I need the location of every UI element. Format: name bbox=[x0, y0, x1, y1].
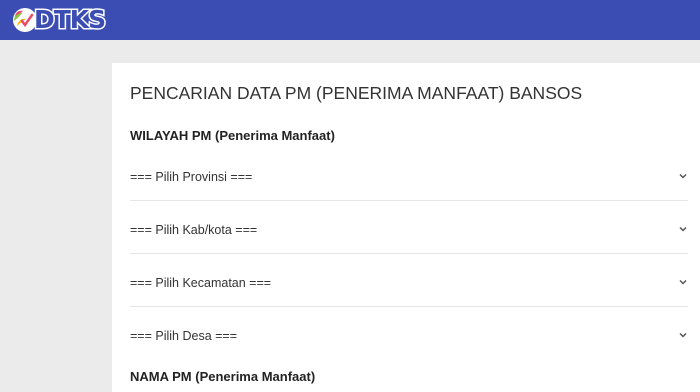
chevron-down-icon bbox=[679, 226, 687, 232]
kecamatan-select[interactable]: === Pilih Kecamatan === bbox=[130, 255, 688, 307]
chevron-down-icon bbox=[679, 173, 687, 179]
desa-select[interactable]: === Pilih Desa === bbox=[130, 308, 688, 360]
search-form-card: PENCARIAN DATA PM (PENERIMA MANFAAT) BAN… bbox=[112, 63, 700, 392]
app-header: DTKS bbox=[0, 0, 700, 40]
kecamatan-select-value: === Pilih Kecamatan === bbox=[130, 276, 272, 290]
dtks-logo[interactable]: DTKS bbox=[8, 4, 108, 36]
kabkota-select[interactable]: === Pilih Kab/kota === bbox=[130, 202, 688, 254]
page-title: PENCARIAN DATA PM (PENERIMA MANFAAT) BAN… bbox=[130, 83, 583, 103]
provinsi-select-value: === Pilih Provinsi === bbox=[130, 170, 253, 184]
logo-text: DTKS bbox=[32, 4, 107, 36]
nama-section-label: NAMA PM (Penerima Manfaat) bbox=[130, 369, 316, 384]
provinsi-select[interactable]: === Pilih Provinsi === bbox=[130, 149, 688, 201]
desa-select-value: === Pilih Desa === bbox=[130, 329, 238, 343]
chevron-down-icon bbox=[679, 332, 687, 338]
kabkota-select-value: === Pilih Kab/kota === bbox=[130, 223, 258, 237]
wilayah-section-label: WILAYAH PM (Penerima Manfaat) bbox=[130, 128, 335, 143]
chevron-down-icon bbox=[679, 279, 687, 285]
